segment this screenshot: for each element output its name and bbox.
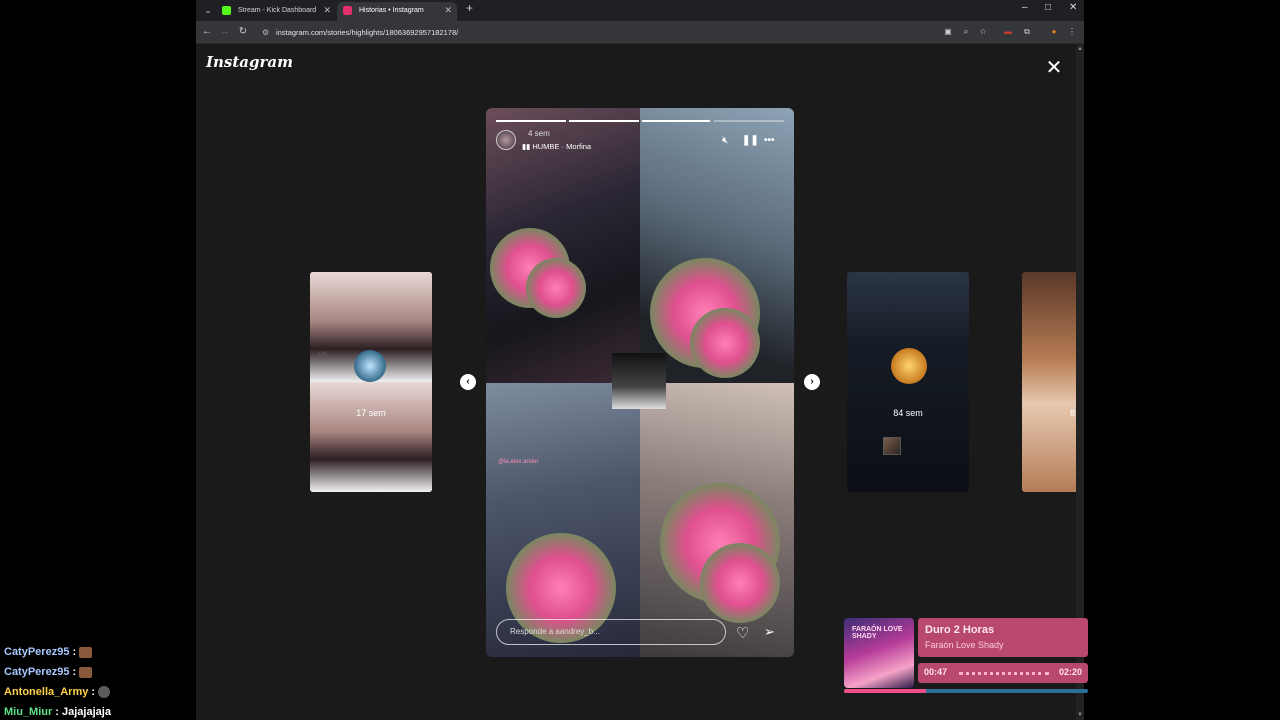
story-sticker [612,353,666,409]
scroll-down-icon[interactable]: ▼ [1077,712,1083,718]
active-story[interactable]: @la.alex.ander 4 sem ▮▮ HUMBE · Morfina … [486,108,794,657]
browser-window: ⌄ Stream - Kick Dashboard ✕ Historias • … [196,0,1084,720]
browser-toolbar: ← → ↻ ⚙ instagram.com/stories/highlights… [196,21,1084,44]
close-window-icon[interactable]: ✕ [1069,2,1077,13]
now-playing-widget: FARAÓN LOVE SHADY Duro 2 Horas Faraón Lo… [844,618,1088,696]
cast-icon[interactable]: ▣ [942,26,954,38]
story-sunset-image [891,348,927,384]
story-progress-segment [496,120,566,122]
more-options-icon[interactable]: ••• [764,135,775,146]
chat-username: Antonella_Army [4,686,89,698]
story-age-label: 8 [1070,408,1076,418]
screen: ⌄ Stream - Kick Dashboard ✕ Historias • … [0,0,1280,720]
next-story-preview[interactable]: 84 sem [847,272,969,492]
tab-close-icon[interactable]: ✕ [323,2,331,19]
previous-story-preview[interactable]: OH, 17 sem [310,272,432,492]
story-time-ago: 4 sem [528,129,550,138]
story-photo [640,108,794,383]
story-overlay-text: OH, [318,352,329,358]
next-story-arrow-icon[interactable]: › [804,374,820,390]
extensions-puzzle-icon[interactable]: ⧉ [1021,26,1033,38]
bookmark-star-icon[interactable]: ☆ [977,26,989,38]
address-bar[interactable]: ⚙ instagram.com/stories/highlights/18063… [256,24,946,41]
now-playing-header: Duro 2 Horas Faraón Love Shady [918,618,1088,657]
scroll-up-icon[interactable]: ▲ [1077,46,1083,52]
song-duration: 02:20 [1058,667,1082,677]
tab-title: Historias • Instagram [359,7,424,14]
story-avatar [354,350,386,382]
site-info-icon[interactable]: ⚙ [262,24,269,41]
pause-icon[interactable]: ❚❚ [742,135,759,146]
chat-message: CatyPerez95: [4,662,194,682]
chat-message: CatyPerez95: [4,642,194,662]
story-progress-segment [641,120,712,122]
tab-search-button[interactable]: ⌄ [200,3,216,18]
story-avatar[interactable] [496,130,516,150]
chat-username: CatyPerez95 [4,666,70,678]
music-bars-icon: ▮▮ [522,142,533,151]
story-mention[interactable]: @la.alex.ander [498,459,538,465]
chat-username: Miu_Miur [4,706,53,718]
story-thumbnail [883,437,901,455]
story-progress-segment [568,120,639,122]
close-viewer-icon[interactable]: ✕ [1044,58,1064,78]
chat-message: Miu_Miur: Jajajajaja [4,706,111,718]
song-progress-fill [844,689,926,693]
story-age-label: 17 sem [356,408,386,418]
song-title: Duro 2 Horas [925,624,995,636]
album-art-text: FARAÓN LOVE SHADY [852,626,903,640]
chat-emote-icon [79,646,93,658]
story-progress-segment [714,120,784,122]
tab-close-icon[interactable]: ✕ [444,2,452,19]
album-art: FARAÓN LOVE SHADY [844,618,914,688]
maximize-icon[interactable]: □ [1045,2,1051,13]
far-story-preview[interactable]: 8 [1022,272,1078,492]
instagram-favicon-icon [343,6,352,15]
reply-input[interactable]: Responde a aandrey_b... [496,619,726,645]
mute-icon[interactable]: 🔇︎ [722,135,728,146]
send-icon[interactable]: ➢ [764,624,775,640]
story-photo [640,383,794,657]
new-tab-button[interactable]: + [466,1,473,15]
story-music-label[interactable]: ▮▮ HUMBE · Morfina [522,142,591,151]
tab-instagram-stories[interactable]: Historias • Instagram ✕ [337,2,457,21]
forward-icon[interactable]: → [217,24,233,40]
story-age-label: 84 sem [893,408,923,418]
song-artist: Faraón Love Shady [925,640,1004,650]
story-music-text: HUMBE · Morfina [532,142,592,151]
like-heart-icon[interactable]: ♡ [736,624,749,642]
chat-emote-icon [79,666,93,678]
url-text: instagram.com/stories/highlights/1806369… [276,28,459,37]
profile-avatar-icon[interactable]: ● [1048,26,1060,38]
song-time-bar: 00:47 02:20 [918,663,1088,683]
extension-icon[interactable]: ▬ [1002,26,1014,38]
waveform [959,672,1049,675]
back-icon[interactable]: ← [199,24,215,40]
zoom-icon[interactable]: ⌕ [960,26,972,38]
chat-emote-icon [98,686,111,699]
reload-icon[interactable]: ↻ [235,24,251,40]
song-progress-bar [844,689,1088,693]
previous-story-arrow-icon[interactable]: ‹ [460,374,476,390]
stream-chat-overlay: CatyPerez95: CatyPerez95: Antonella_Army… [4,642,194,720]
browser-menu-icon[interactable]: ⋮ [1066,26,1078,38]
tab-kick-dashboard[interactable]: Stream - Kick Dashboard ✕ [216,2,336,21]
minimize-icon[interactable]: – [1022,2,1028,13]
story-progress-bar [496,120,784,122]
tab-title: Stream - Kick Dashboard [238,7,317,14]
chat-username: CatyPerez95 [4,646,70,658]
tab-bar: ⌄ Stream - Kick Dashboard ✕ Historias • … [196,0,1084,21]
current-time: 00:47 [924,667,948,677]
chat-text: Jajajajaja [62,706,111,718]
kick-favicon-icon [222,6,231,15]
instagram-logo[interactable]: Instagram [206,53,293,71]
chat-message: Antonella_Army: [4,682,194,702]
story-photo: @la.alex.ander [486,383,640,657]
